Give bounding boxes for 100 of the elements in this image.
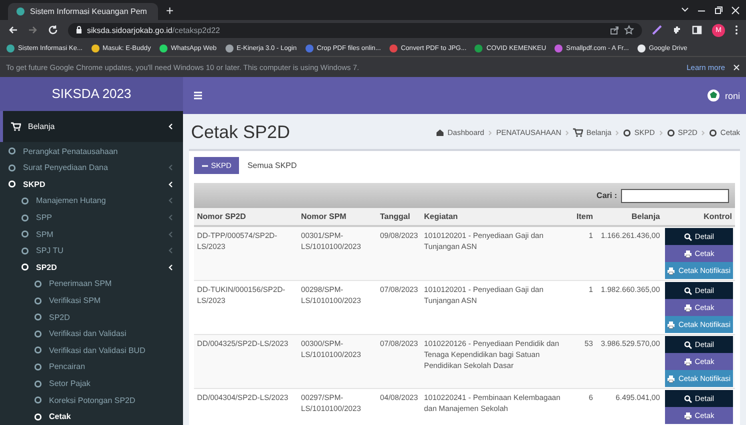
menu-item[interactable]: SPJ TU	[0, 242, 183, 260]
column-header: Nomor SPM	[298, 208, 377, 226]
menu-item[interactable]: Verifikasi dan Validasi	[0, 325, 183, 342]
chevron-icon	[168, 247, 173, 254]
printer-icon	[667, 266, 676, 274]
circle-icon	[623, 128, 632, 136]
bookmark-icon	[636, 44, 646, 52]
chevron-right-icon	[701, 130, 706, 136]
close-icon	[733, 64, 740, 70]
new-tab-button[interactable]: +	[166, 2, 174, 18]
forward-icon	[28, 25, 38, 35]
column-header: Kontrol	[663, 208, 735, 226]
menu-item[interactable]: Verifikasi SPM	[0, 292, 183, 309]
circle-icon	[34, 346, 42, 354]
menu-item[interactable]: Perangkat Penatausahaan	[0, 142, 183, 160]
circle-icon	[21, 246, 29, 255]
browser-tab[interactable]: Sistem Informasi Keuangan Pem	[8, 3, 158, 20]
bookmark-icon	[158, 44, 168, 52]
app-brand[interactable]: SIKSDA 2023	[0, 77, 183, 111]
bookmark-icon	[474, 44, 484, 52]
menu-item[interactable]: SP2D	[0, 308, 183, 326]
bookmark-icon	[554, 44, 564, 52]
search-icon	[684, 340, 692, 348]
printer-icon	[684, 358, 692, 366]
bookmark-icon	[304, 44, 314, 52]
column-header: Kegiatan	[421, 208, 568, 226]
circle-icon	[34, 380, 42, 388]
menu-item[interactable]: SKPD	[0, 176, 183, 193]
chevron-right-icon	[488, 130, 492, 136]
bookmark-icon	[388, 44, 398, 52]
menu-item[interactable]: SPP	[0, 209, 183, 226]
pen-icon	[652, 25, 662, 35]
minus-icon	[202, 164, 208, 168]
menu-item[interactable]: Surat Penyediaan Dana	[0, 160, 183, 176]
chevron-icon	[168, 214, 173, 222]
page-title: Cetak SP2D	[191, 122, 290, 143]
bookmark-icon	[6, 44, 15, 52]
menu-item[interactable]: Verifikasi dan Validasi BUD	[0, 342, 183, 359]
printer-icon	[684, 304, 692, 312]
circle-icon	[34, 396, 42, 404]
menu-item[interactable]: SPM	[0, 226, 183, 242]
column-header: Tanggal	[377, 208, 421, 226]
menu-item[interactable]: Pencairan	[0, 358, 183, 376]
printer-icon	[667, 320, 676, 328]
circle-icon	[34, 362, 42, 371]
sidebar-icon	[692, 25, 702, 35]
chevron-icon	[168, 197, 173, 204]
search-field[interactable]	[621, 188, 729, 202]
menu-item[interactable]: Cetak	[0, 408, 183, 425]
circle-icon	[666, 128, 675, 136]
star-icon	[624, 25, 634, 35]
circle-icon	[21, 263, 29, 272]
circle-icon	[34, 313, 42, 322]
menu-item[interactable]: Koreksi Potongan SP2D	[0, 392, 183, 408]
skpd-label: Semua SKPD	[247, 161, 297, 170]
chevron-right-icon	[615, 130, 620, 136]
bookmark-icon	[224, 44, 234, 52]
circle-icon	[34, 296, 42, 305]
bookmark-icon	[90, 44, 100, 52]
search-icon	[684, 394, 692, 402]
chevron-icon	[168, 164, 173, 172]
close-icon	[731, 6, 740, 14]
column-header: Nomor SP2D	[194, 208, 298, 226]
printer-icon	[667, 374, 676, 382]
circle-icon	[21, 214, 29, 222]
restore-icon	[714, 6, 723, 14]
user-name[interactable]: roni	[724, 90, 740, 100]
circle-icon	[21, 230, 29, 238]
chevron-icon	[168, 122, 173, 130]
lock-icon	[76, 26, 82, 34]
cart-icon	[11, 122, 21, 131]
avatar-icon	[706, 89, 720, 102]
menu-item[interactable]: Belanja	[0, 110, 183, 142]
circle-icon	[709, 128, 718, 136]
circle-icon	[8, 164, 16, 172]
cart-icon	[573, 128, 584, 137]
search-icon	[684, 232, 692, 240]
chevron-down-icon	[681, 7, 689, 13]
address-bar[interactable]: siksda.sidoarjokab.go.id/cetaksp2d22	[68, 22, 642, 38]
circle-icon	[21, 196, 29, 205]
column-header: Item	[568, 208, 596, 226]
menu-item[interactable]: Setor Pajak	[0, 375, 183, 392]
more-icon	[735, 25, 738, 35]
chevron-icon	[168, 264, 173, 271]
site-icon	[16, 7, 25, 16]
circle-icon	[8, 147, 16, 156]
circle-icon	[34, 330, 42, 338]
printer-icon	[684, 412, 692, 420]
printer-icon	[684, 250, 692, 258]
chevron-icon	[168, 180, 173, 188]
menu-item[interactable]: SP2D	[0, 259, 183, 276]
menu-item[interactable]: Penerimaan SPM	[0, 276, 183, 292]
menu-item[interactable]: Manajemen Hutang	[0, 192, 183, 210]
column-header: Belanja	[596, 208, 663, 226]
home-icon	[436, 129, 444, 136]
search-label: Cari :	[596, 191, 617, 200]
chevron-right-icon	[658, 130, 663, 136]
search-icon	[684, 286, 692, 294]
puzzle-icon	[672, 25, 682, 35]
circle-icon	[34, 280, 42, 288]
